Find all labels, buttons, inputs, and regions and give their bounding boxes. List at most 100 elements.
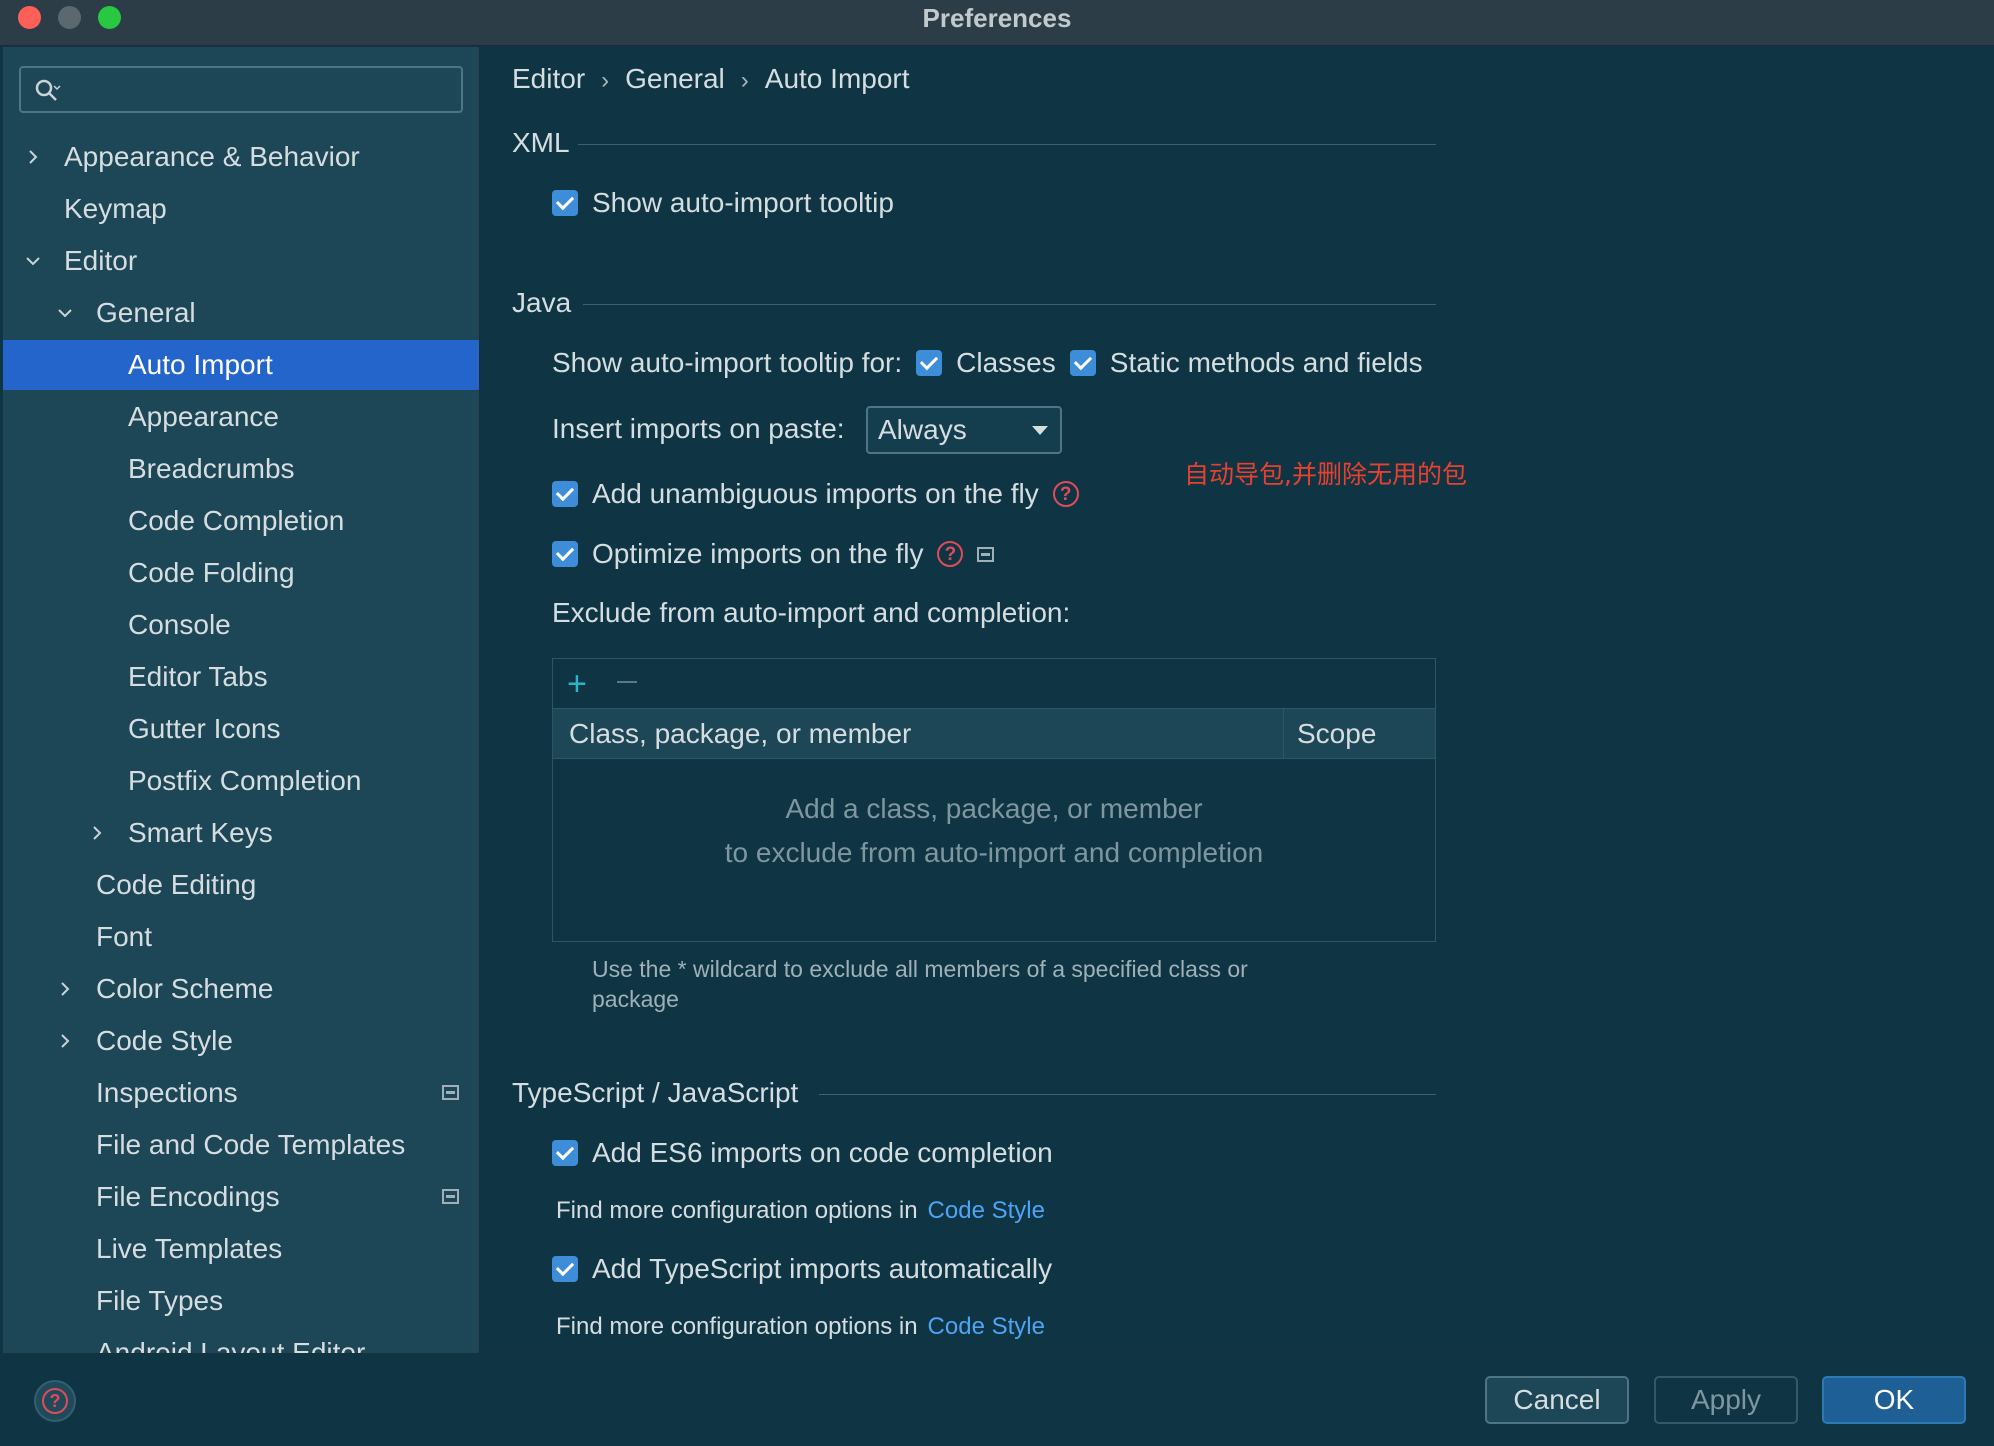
search-input[interactable] xyxy=(19,66,463,113)
find-more-row: Find more configuration options in Code S… xyxy=(556,1195,1045,1227)
remove-icon[interactable] xyxy=(617,681,637,683)
help-icon[interactable]: ? xyxy=(937,541,964,567)
optimize-imports-checkbox[interactable] xyxy=(552,541,578,567)
sidebar-item-label: File Types xyxy=(96,1285,224,1316)
column-header-class[interactable]: Class, package, or member xyxy=(569,709,911,759)
column-header-scope[interactable]: Scope xyxy=(1297,709,1376,759)
chevron-down-icon[interactable] xyxy=(55,288,75,338)
sidebar-item-smart-keys[interactable]: Smart Keys xyxy=(3,808,479,858)
breadcrumb-separator-icon: › xyxy=(740,67,749,94)
sidebar-item-label: Console xyxy=(128,609,231,640)
code-style-link[interactable]: Code Style xyxy=(928,1197,1045,1224)
static-members-checkbox[interactable] xyxy=(1069,350,1096,376)
sidebar-item-appearance-behavior[interactable]: Appearance & Behavior xyxy=(3,132,479,182)
es6-imports-label: Add ES6 imports on code completion xyxy=(592,1137,1053,1168)
chevron-right-icon[interactable] xyxy=(23,132,43,182)
sidebar-item-label: Code Style xyxy=(96,1025,233,1056)
code-style-link[interactable]: Code Style xyxy=(928,1313,1045,1340)
sidebar-item-file-types[interactable]: File Types xyxy=(3,1276,479,1326)
sidebar-item-label: Color Scheme xyxy=(96,973,274,1004)
sidebar-item-file-and-code-templates[interactable]: File and Code Templates xyxy=(3,1120,479,1170)
apply-button[interactable]: Apply xyxy=(1654,1376,1798,1424)
sidebar-item-label: Editor Tabs xyxy=(128,661,268,692)
breadcrumb-separator-icon: › xyxy=(601,67,610,94)
sidebar-item-appearance[interactable]: Appearance xyxy=(3,392,479,442)
help-icon[interactable]: ? xyxy=(1052,481,1079,507)
sidebar-item-label: Editor xyxy=(64,245,138,276)
sidebar-item-console[interactable]: Console xyxy=(3,600,479,650)
sidebar-item-code-style[interactable]: Code Style xyxy=(3,1016,479,1066)
cancel-button[interactable]: Cancel xyxy=(1485,1376,1629,1424)
sidebar-item-postfix-completion[interactable]: Postfix Completion xyxy=(3,756,479,806)
sidebar-item-label: Auto Import xyxy=(128,349,273,380)
java-tooltip-for-row: Show auto-import tooltip for: Classes St… xyxy=(552,345,1423,381)
xml-show-tooltip-checkbox[interactable] xyxy=(552,190,578,216)
add-unambiguous-option[interactable]: Add unambiguous imports on the fly ? xyxy=(552,476,1079,512)
sidebar-item-general[interactable]: General xyxy=(3,288,479,338)
breadcrumb-item[interactable]: General xyxy=(625,63,725,94)
es6-imports-checkbox[interactable] xyxy=(552,1140,578,1166)
sidebar-item-label: Inspections xyxy=(96,1077,238,1108)
help-button[interactable]: ? xyxy=(34,1380,76,1422)
settings-sidebar: Appearance & Behavior Keymap Editor General… xyxy=(3,47,479,1353)
sidebar-item-label: Keymap xyxy=(64,193,167,224)
sidebar-item-live-templates[interactable]: Live Templates xyxy=(3,1224,479,1274)
sidebar-item-label: File and Code Templates xyxy=(96,1129,406,1160)
section-divider xyxy=(578,144,1436,145)
annotation-note: 自动导包,并删除无用的包 xyxy=(1184,460,1467,489)
sidebar-item-code-editing[interactable]: Code Editing xyxy=(3,860,479,910)
es6-imports-option[interactable]: Add ES6 imports on code completion xyxy=(552,1135,1053,1171)
xml-show-tooltip-option[interactable]: Show auto-import tooltip xyxy=(552,185,894,221)
sidebar-item-android-layout-editor[interactable]: Android Layout Editor xyxy=(3,1328,479,1353)
settings-content: Editor › General › Auto Import XML Show auto… xyxy=(480,47,1994,1353)
sidebar-item-label: Code Editing xyxy=(96,869,257,900)
optimize-imports-option[interactable]: Optimize imports on the fly ? xyxy=(552,536,995,572)
add-unambiguous-label: Add unambiguous imports on the fly xyxy=(592,478,1039,509)
breadcrumb: Editor › General › Auto Import xyxy=(512,61,910,99)
chevron-right-icon[interactable] xyxy=(87,808,107,858)
sidebar-item-gutter-icons[interactable]: Gutter Icons xyxy=(3,704,479,754)
sidebar-item-code-folding[interactable]: Code Folding xyxy=(3,548,479,598)
chevron-right-icon[interactable] xyxy=(55,1016,75,1066)
chevron-right-icon[interactable] xyxy=(55,964,75,1014)
sidebar-item-label: Gutter Icons xyxy=(128,713,281,744)
insert-on-paste-dropdown[interactable]: Always xyxy=(866,406,1062,454)
dialog-footer: ? Cancel Apply OK xyxy=(0,1353,1994,1446)
add-icon[interactable]: + xyxy=(567,667,587,701)
empty-line-1: Add a class, package, or member xyxy=(785,793,1203,824)
sidebar-item-label: Breadcrumbs xyxy=(128,453,295,484)
sidebar-item-editor[interactable]: Editor xyxy=(3,236,479,286)
chevron-down-icon[interactable] xyxy=(23,236,43,286)
dropdown-arrow-icon xyxy=(1032,426,1048,435)
project-level-icon xyxy=(977,546,995,562)
ts-imports-checkbox[interactable] xyxy=(552,1256,578,1282)
sidebar-item-editor-tabs[interactable]: Editor Tabs xyxy=(3,652,479,702)
sidebar-item-auto-import[interactable]: Auto Import xyxy=(3,340,479,390)
empty-line-2: to exclude from auto-import and completi… xyxy=(724,837,1264,868)
sidebar-item-breadcrumbs[interactable]: Breadcrumbs xyxy=(3,444,479,494)
search-icon xyxy=(35,79,61,101)
ts-imports-label: Add TypeScript imports automatically xyxy=(592,1253,1053,1284)
insert-on-paste-label: Insert imports on paste: xyxy=(552,413,845,444)
sidebar-item-keymap[interactable]: Keymap xyxy=(3,184,479,234)
sidebar-item-label: Live Templates xyxy=(96,1233,283,1264)
add-unambiguous-checkbox[interactable] xyxy=(552,481,578,507)
sidebar-item-label: Appearance xyxy=(128,401,280,432)
sidebar-item-color-scheme[interactable]: Color Scheme xyxy=(3,964,479,1014)
sidebar-item-font[interactable]: Font xyxy=(3,912,479,962)
sidebar-item-inspections[interactable]: Inspections xyxy=(3,1068,479,1118)
ts-imports-option[interactable]: Add TypeScript imports automatically xyxy=(552,1251,1052,1287)
sidebar-item-label: Postfix Completion xyxy=(128,765,362,796)
classes-checkbox[interactable] xyxy=(916,350,943,376)
project-level-icon xyxy=(442,1189,459,1204)
section-divider xyxy=(819,1094,1436,1095)
breadcrumb-item[interactable]: Editor xyxy=(512,63,585,94)
sidebar-item-label: Code Folding xyxy=(128,557,295,588)
ok-button[interactable]: OK xyxy=(1822,1376,1966,1424)
sidebar-item-file-encodings[interactable]: File Encodings xyxy=(3,1172,479,1222)
sidebar-item-label: General xyxy=(96,297,196,328)
sidebar-item-code-completion[interactable]: Code Completion xyxy=(3,496,479,546)
find-more-text: Find more configuration options in xyxy=(556,1313,918,1340)
section-header-xml: XML xyxy=(512,127,570,158)
title-bar: Preferences xyxy=(0,0,1994,46)
